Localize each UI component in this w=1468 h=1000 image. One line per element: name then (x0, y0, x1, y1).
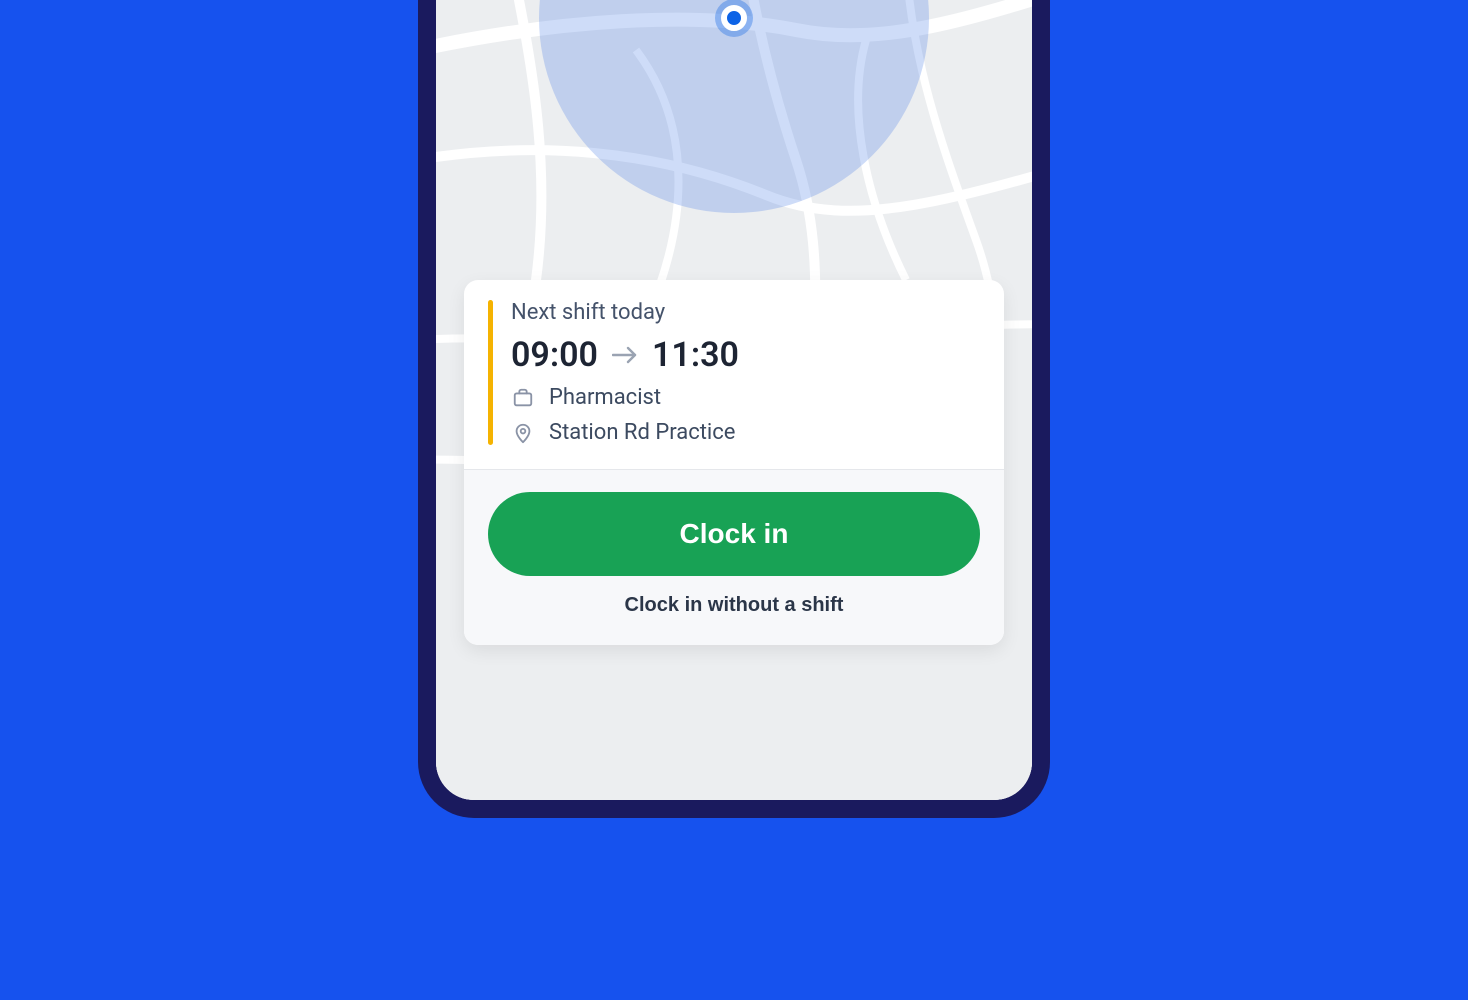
clock-in-button[interactable]: Clock in (488, 492, 980, 576)
shift-start-time: 09:00 (511, 335, 598, 375)
shift-label: Next shift today (511, 300, 980, 325)
shift-times: 09:00 11:30 (511, 335, 980, 375)
clock-in-without-shift-button[interactable]: Clock in without a shift (625, 594, 844, 617)
card-actions: Clock in Clock in without a shift (464, 470, 1004, 645)
shift-role-row: Pharmacist (511, 385, 980, 410)
shift-card: Next shift today 09:00 11:30 Pharmacist (464, 280, 1004, 645)
shift-summary: Next shift today 09:00 11:30 Pharmacist (464, 280, 1004, 470)
phone-frame: Next shift today 09:00 11:30 Pharmacist (418, 0, 1050, 818)
arrow-right-icon (612, 345, 638, 365)
current-location-dot (721, 5, 747, 31)
shift-end-time: 11:30 (652, 335, 739, 375)
shift-info: Next shift today 09:00 11:30 Pharmacist (511, 300, 980, 445)
map-pin-icon (511, 422, 535, 444)
shift-role: Pharmacist (549, 385, 661, 410)
shift-location: Station Rd Practice (549, 420, 735, 445)
shift-location-row: Station Rd Practice (511, 420, 980, 445)
shift-accent-bar (488, 300, 493, 445)
briefcase-icon (511, 387, 535, 409)
app-screen: Next shift today 09:00 11:30 Pharmacist (436, 0, 1032, 800)
